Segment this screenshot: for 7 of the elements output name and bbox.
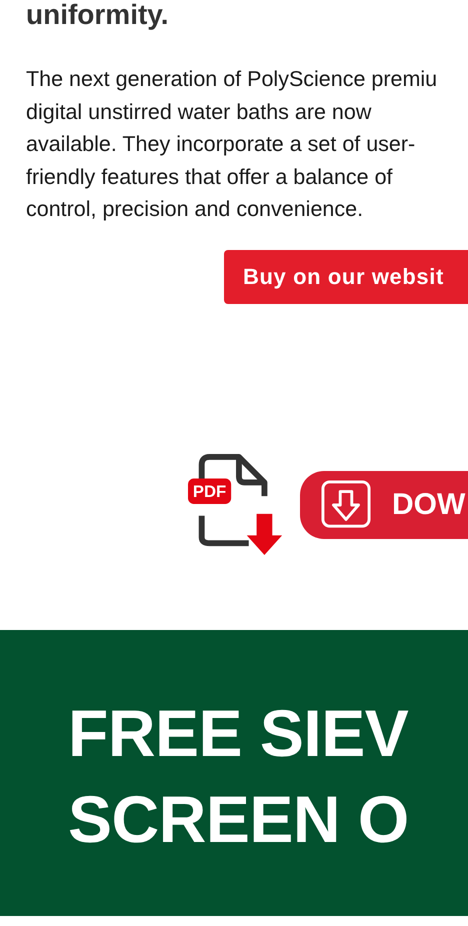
banner-headline: FREE SIEV bbox=[68, 694, 408, 772]
buy-button[interactable]: Buy on our websit bbox=[224, 250, 468, 304]
description-paragraph: The next generation of PolyScience premiu digital unstirred water baths are now available. They incorporate a set of user- friendly features that offer a balance of control, precision and convenience. bbox=[26, 66, 438, 223]
section-heading: uniformity. bbox=[25, 0, 170, 30]
download-button[interactable]: DOW bbox=[300, 470, 468, 538]
banner-headline: SCREEN O bbox=[68, 780, 409, 858]
download-icon bbox=[320, 480, 372, 530]
